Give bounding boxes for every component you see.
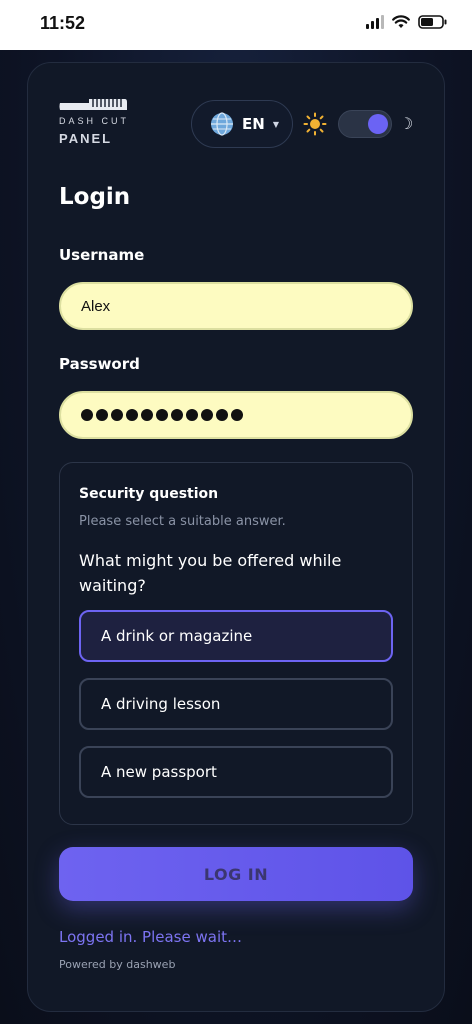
language-code: EN xyxy=(242,115,265,133)
toggle-knob xyxy=(368,114,388,134)
login-button[interactable]: LOG IN xyxy=(59,847,413,901)
brand-subtitle: PANEL xyxy=(59,131,113,146)
answer-option-label: A new passport xyxy=(101,763,217,781)
powered-by-footer: Powered by dashweb xyxy=(59,958,176,971)
language-selector[interactable]: EN ▼ xyxy=(191,100,293,148)
password-mask xyxy=(81,409,243,421)
password-dot xyxy=(231,409,243,421)
password-dot xyxy=(201,409,213,421)
status-bar: 11:52 xyxy=(0,0,472,50)
answer-option[interactable]: A drink or magazine xyxy=(79,610,393,662)
security-title: Security question xyxy=(79,486,219,502)
username-label: Username xyxy=(59,246,145,264)
cellular-signal-icon xyxy=(366,15,384,29)
username-value: Alex xyxy=(81,297,111,315)
chevron-down-icon: ▼ xyxy=(272,119,279,129)
answer-option-label: A driving lesson xyxy=(101,695,221,713)
sun-icon xyxy=(303,112,327,136)
password-dot xyxy=(171,409,183,421)
password-dot xyxy=(81,409,93,421)
password-label: Password xyxy=(59,355,140,373)
password-dot xyxy=(96,409,108,421)
username-field[interactable]: Alex xyxy=(59,282,413,330)
password-dot xyxy=(126,409,138,421)
status-message: Logged in. Please wait… xyxy=(59,928,242,946)
answer-option[interactable]: A driving lesson xyxy=(79,678,393,730)
password-dot xyxy=(156,409,168,421)
security-subtitle: Please select a suitable answer. xyxy=(79,514,286,529)
moon-icon: ☽ xyxy=(399,114,414,133)
globe-icon xyxy=(211,112,233,136)
battery-icon xyxy=(418,15,447,29)
answer-option[interactable]: A new passport xyxy=(79,746,393,798)
password-dot xyxy=(111,409,123,421)
status-icons xyxy=(366,15,448,29)
answer-option-label: A drink or magazine xyxy=(101,627,253,645)
wifi-icon xyxy=(392,15,410,28)
password-dot xyxy=(141,409,153,421)
brand-name: DASH CUT xyxy=(59,116,130,126)
password-dot xyxy=(216,409,228,421)
status-time: 11:52 xyxy=(40,13,86,33)
page-title: Login xyxy=(59,184,131,210)
password-dot xyxy=(186,409,198,421)
security-question: What might you be offered while waiting? xyxy=(79,551,342,595)
password-field[interactable] xyxy=(59,391,413,439)
theme-toggle[interactable] xyxy=(338,110,392,138)
